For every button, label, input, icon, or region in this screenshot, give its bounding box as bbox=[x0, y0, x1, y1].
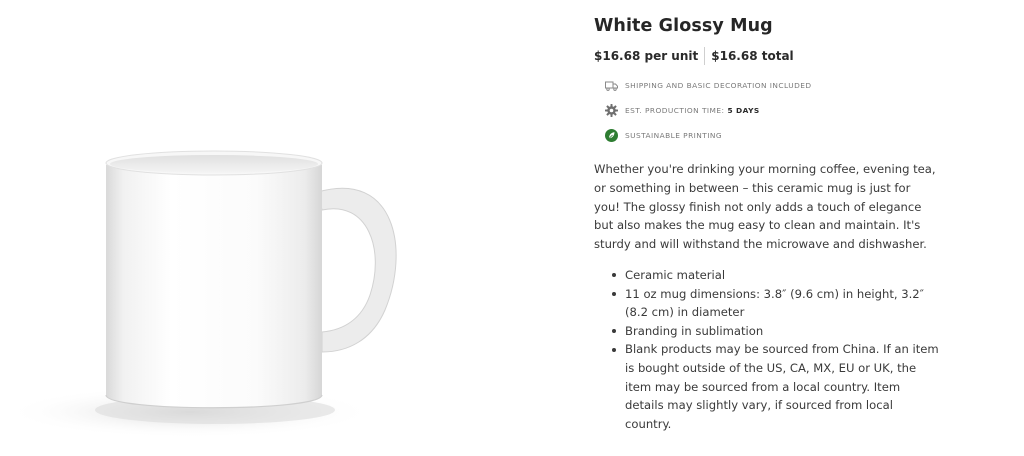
feature-production-value: 5 days bbox=[727, 106, 760, 115]
price-divider bbox=[704, 47, 706, 65]
price-per-unit: $16.68 per unit bbox=[594, 49, 699, 63]
feature-shipping-text: Shipping and basic decoration included bbox=[625, 81, 812, 90]
spec-item-sourcing: Blank products may be sourced from China… bbox=[612, 340, 939, 433]
product-image bbox=[0, 0, 560, 456]
product-title: White Glossy Mug bbox=[594, 16, 773, 36]
gear-icon bbox=[604, 104, 618, 118]
feature-shipping: Shipping and basic decoration included bbox=[604, 73, 954, 98]
feature-sustainable: Sustainable printing bbox=[604, 123, 954, 148]
white-mug-image bbox=[5, 150, 397, 438]
spec-item-material: Ceramic material bbox=[612, 266, 939, 285]
product-specs-list: Ceramic material 11 oz mug dimensions: 3… bbox=[594, 266, 939, 433]
price-total: $16.68 total bbox=[711, 49, 794, 63]
product-details: White Glossy Mug $16.68 per unit $16.68 … bbox=[594, 14, 954, 433]
feature-production-label: Est. production time: bbox=[625, 106, 725, 115]
truck-icon bbox=[604, 79, 618, 93]
leaf-icon bbox=[604, 129, 618, 143]
product-description: Whether you're drinking your morning cof… bbox=[594, 162, 936, 252]
spec-item-branding: Branding in sublimation bbox=[612, 322, 939, 341]
price-row: $16.68 per unit $16.68 total bbox=[594, 46, 954, 66]
feature-production-time: Est. production time: 5 days bbox=[604, 98, 954, 123]
feature-sustainable-text: Sustainable printing bbox=[625, 131, 723, 140]
feature-list: Shipping and basic decoration included E… bbox=[604, 73, 954, 148]
spec-item-dimensions: 11 oz mug dimensions: 3.8″ (9.6 cm) in h… bbox=[612, 285, 939, 322]
